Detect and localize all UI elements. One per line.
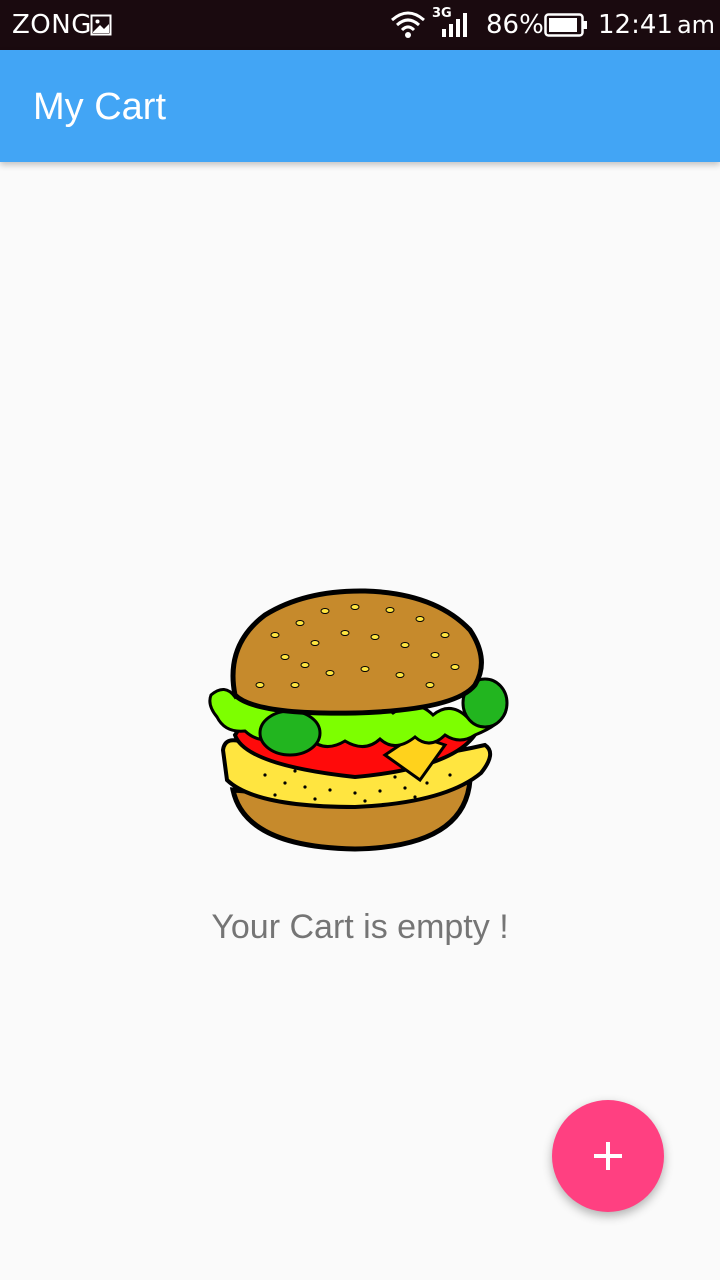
carrier-name: ZONG [12,10,92,40]
clock-ampm: am [676,11,716,39]
plus-icon [594,1142,622,1170]
battery-percent: 86% [486,10,544,40]
status-bar: ZONG 3G 86% 12:41 am [0,0,720,50]
page-title: My Cart [33,86,166,128]
app-bar: My Cart [0,50,720,162]
add-item-button[interactable] [552,1100,664,1212]
clock-time: 12:41 [598,10,673,40]
clock: 12:41 am [598,10,715,40]
battery-icon [544,13,587,37]
burger-illustration [208,588,509,852]
empty-cart-message: Your Cart is empty ! [211,908,509,946]
wifi-icon [391,11,425,38]
gallery-icon [90,14,112,36]
signal-icon [442,13,467,37]
